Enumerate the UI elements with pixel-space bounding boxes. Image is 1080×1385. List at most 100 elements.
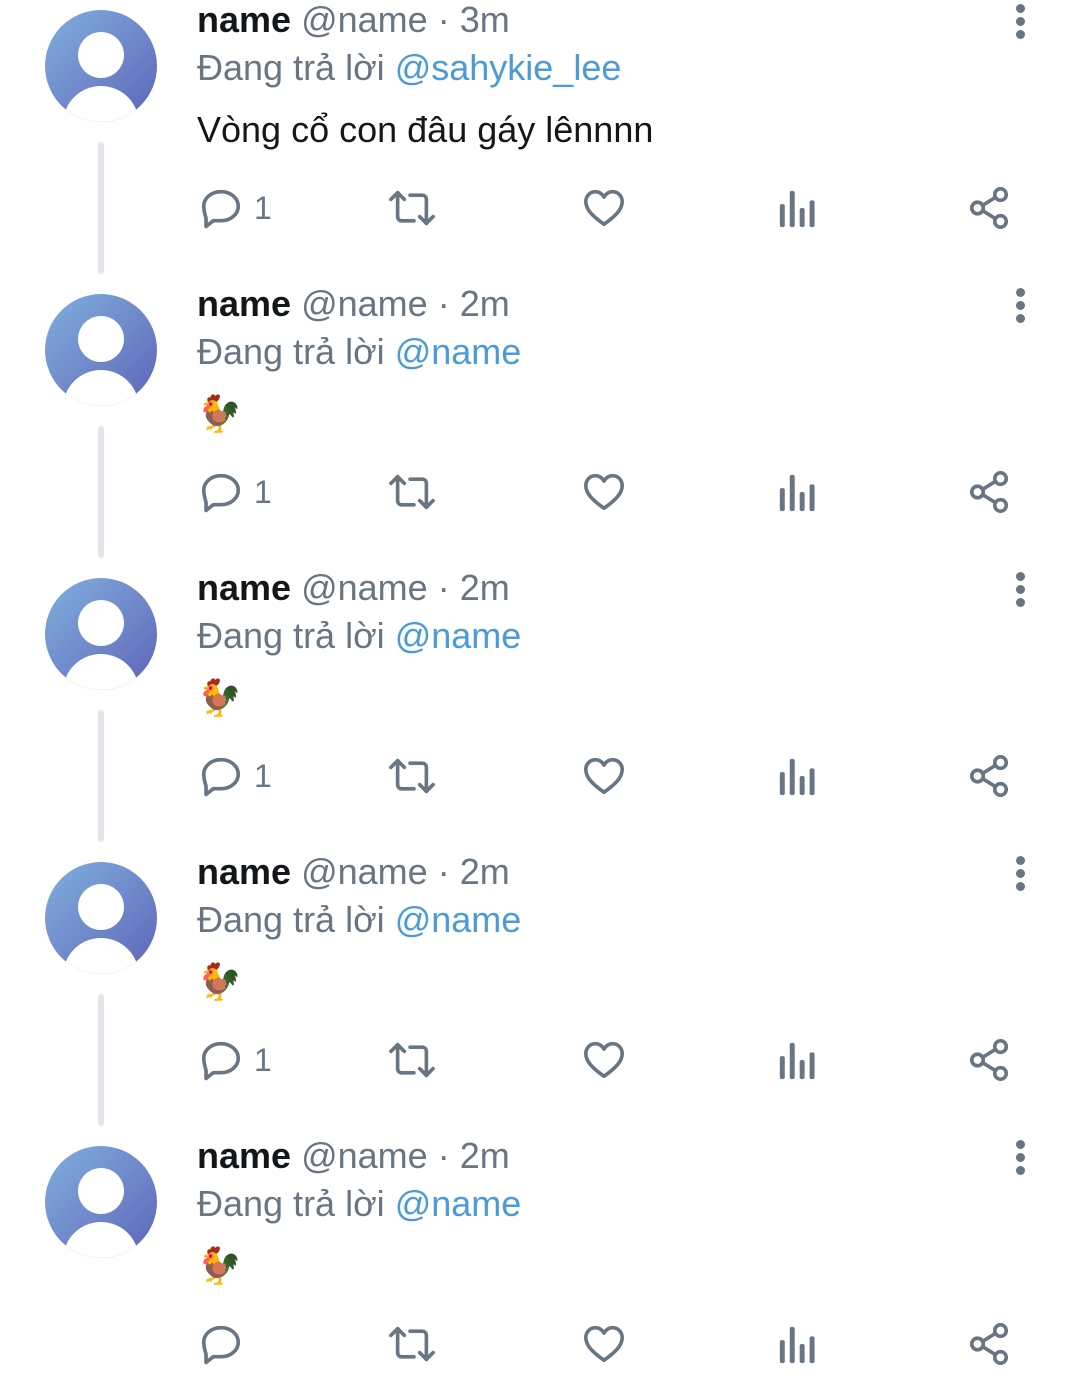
tweet-header: name @name · 2m	[197, 852, 510, 892]
tweet-actions: 1	[0, 180, 1080, 236]
analytics-button[interactable]	[776, 1316, 818, 1372]
analytics-icon	[779, 474, 815, 512]
display-name[interactable]: name	[197, 567, 291, 608]
avatar[interactable]	[45, 1146, 157, 1258]
like-button[interactable]	[580, 464, 628, 520]
reply-button[interactable]: 1	[198, 180, 272, 236]
retweet-button[interactable]	[386, 464, 438, 520]
more-dot	[1016, 30, 1025, 39]
analytics-button[interactable]	[776, 748, 818, 804]
tweet[interactable]: name @name · 2m Đang trả lời @name 🐓 1	[0, 284, 1080, 568]
more-dot	[1016, 572, 1025, 581]
avatar[interactable]	[45, 10, 157, 122]
more-dot	[1016, 585, 1025, 594]
separator-dot: ·	[437, 0, 450, 40]
timestamp[interactable]: 2m	[460, 1135, 510, 1176]
replying-to-mention[interactable]: @name	[395, 615, 522, 656]
replying-to-mention[interactable]: @name	[395, 331, 522, 372]
more-vertical-icon[interactable]	[1006, 854, 1036, 894]
reply-count: 1	[254, 758, 272, 794]
avatar[interactable]	[45, 294, 157, 406]
reply-button[interactable]: 1	[198, 748, 272, 804]
separator-dot: ·	[437, 567, 450, 608]
handle[interactable]: @name	[301, 283, 428, 324]
tweet-text: 🐓	[197, 393, 242, 434]
reply-thread: name @name · 3m Đang trả lời @sahykie_le…	[0, 0, 1080, 1385]
replying-to-mention[interactable]: @name	[395, 1183, 522, 1224]
handle[interactable]: @name	[301, 851, 428, 892]
more-vertical-icon[interactable]	[1006, 2, 1036, 42]
replying-to-mention[interactable]: @sahykie_lee	[395, 47, 622, 88]
like-button[interactable]	[580, 180, 628, 236]
share-button[interactable]	[966, 1032, 1012, 1088]
heart-icon	[583, 1325, 625, 1363]
analytics-icon	[779, 1326, 815, 1364]
analytics-button[interactable]	[776, 464, 818, 520]
display-name[interactable]: name	[197, 283, 291, 324]
retweet-button[interactable]	[386, 748, 438, 804]
analytics-button[interactable]	[776, 1032, 818, 1088]
tweet-text: 🐓	[197, 677, 242, 718]
replying-to-label: Đang trả lời	[197, 331, 385, 372]
display-name[interactable]: name	[197, 0, 291, 40]
retweet-button[interactable]	[386, 1316, 438, 1372]
more-vertical-icon[interactable]	[1006, 286, 1036, 326]
more-dot	[1016, 1166, 1025, 1175]
reply-icon	[201, 1041, 241, 1081]
timestamp[interactable]: 2m	[460, 283, 510, 324]
handle[interactable]: @name	[301, 567, 428, 608]
replying-to-mention[interactable]: @name	[395, 899, 522, 940]
replying-to-line: Đang trả lời @name	[197, 330, 521, 374]
more-dot	[1016, 598, 1025, 607]
avatar-head-shape	[78, 1168, 124, 1214]
handle[interactable]: @name	[301, 1135, 428, 1176]
display-name[interactable]: name	[197, 851, 291, 892]
more-vertical-icon[interactable]	[1006, 1138, 1036, 1178]
timestamp[interactable]: 2m	[460, 567, 510, 608]
reply-icon	[201, 1325, 241, 1365]
tweet[interactable]: name @name · 3m Đang trả lời @sahykie_le…	[0, 0, 1080, 284]
avatar-body-shape	[63, 370, 139, 406]
tweet[interactable]: name @name · 2m Đang trả lời @name 🐓 1	[0, 568, 1080, 852]
reply-button[interactable]: 1	[198, 464, 272, 520]
heart-icon	[583, 1041, 625, 1079]
reply-icon	[201, 189, 241, 229]
more-dot	[1016, 869, 1025, 878]
like-button[interactable]	[580, 748, 628, 804]
retweet-button[interactable]	[386, 180, 438, 236]
more-vertical-icon[interactable]	[1006, 570, 1036, 610]
replying-to-label: Đang trả lời	[197, 615, 385, 656]
display-name[interactable]: name	[197, 1135, 291, 1176]
timestamp[interactable]: 3m	[460, 0, 510, 40]
handle[interactable]: @name	[301, 0, 428, 40]
tweet[interactable]: name @name · 2m Đang trả lời @name 🐓	[0, 1136, 1080, 1385]
analytics-button[interactable]	[776, 180, 818, 236]
timestamp[interactable]: 2m	[460, 851, 510, 892]
avatar-head-shape	[78, 600, 124, 646]
like-button[interactable]	[580, 1032, 628, 1088]
more-dot	[1016, 4, 1025, 13]
reply-count: 1	[254, 474, 272, 510]
avatar-body-shape	[63, 86, 139, 122]
tweet-header: name @name · 2m	[197, 1136, 510, 1176]
replying-to-label: Đang trả lời	[197, 899, 385, 940]
reply-button[interactable]	[198, 1316, 254, 1372]
tweet-header: name @name · 3m	[197, 0, 510, 40]
share-button[interactable]	[966, 464, 1012, 520]
share-button[interactable]	[966, 180, 1012, 236]
tweet[interactable]: name @name · 2m Đang trả lời @name 🐓 1	[0, 852, 1080, 1136]
share-icon	[969, 1323, 1009, 1365]
retweet-button[interactable]	[386, 1032, 438, 1088]
avatar-head-shape	[78, 32, 124, 78]
avatar[interactable]	[45, 862, 157, 974]
share-button[interactable]	[966, 748, 1012, 804]
tweet-text: 🐓	[197, 1245, 242, 1286]
tweet-actions: 1	[0, 1032, 1080, 1088]
like-button[interactable]	[580, 1316, 628, 1372]
tweet-actions: 1	[0, 748, 1080, 804]
separator-dot: ·	[437, 283, 450, 324]
reply-button[interactable]: 1	[198, 1032, 272, 1088]
replying-to-line: Đang trả lời @name	[197, 1182, 521, 1226]
share-button[interactable]	[966, 1316, 1012, 1372]
avatar[interactable]	[45, 578, 157, 690]
